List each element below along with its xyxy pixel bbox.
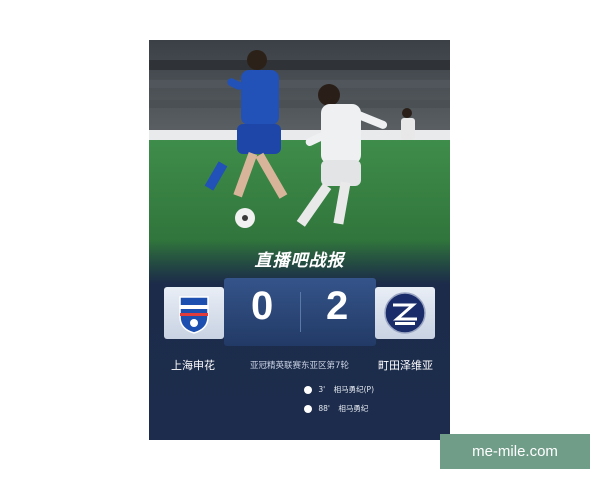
home-score: 0 <box>251 284 274 328</box>
away-team-logo <box>375 287 435 339</box>
match-report-card: 直播吧战报 0 2 上海申花 亚冠精英联赛东亚区第7轮 町田泽维亚 3' 相马勇… <box>149 40 450 440</box>
home-team-logo <box>164 287 224 339</box>
goal-event: 3' 相马勇纪(P) <box>304 384 374 395</box>
brand-title: 直播吧战报 <box>149 246 450 271</box>
away-team-name: 町田泽维亚 <box>378 359 433 372</box>
goal-scorer: 相马勇纪 <box>338 404 369 413</box>
football-icon <box>304 405 312 413</box>
brand-title-text: 直播吧战报 <box>254 251 345 271</box>
watermark: me-mile.com <box>440 434 590 469</box>
scoreboard: 0 2 <box>224 278 376 346</box>
score-divider <box>300 292 301 332</box>
away-score: 2 <box>326 284 349 328</box>
goal-event: 88' 相马勇纪 <box>304 403 368 414</box>
watermark-text: me-mile.com <box>472 443 558 460</box>
football-icon <box>304 386 312 394</box>
goal-minute: 88' <box>318 404 330 413</box>
goal-minute: 3' <box>318 385 326 394</box>
goal-scorer: 相马勇纪(P) <box>333 385 374 394</box>
